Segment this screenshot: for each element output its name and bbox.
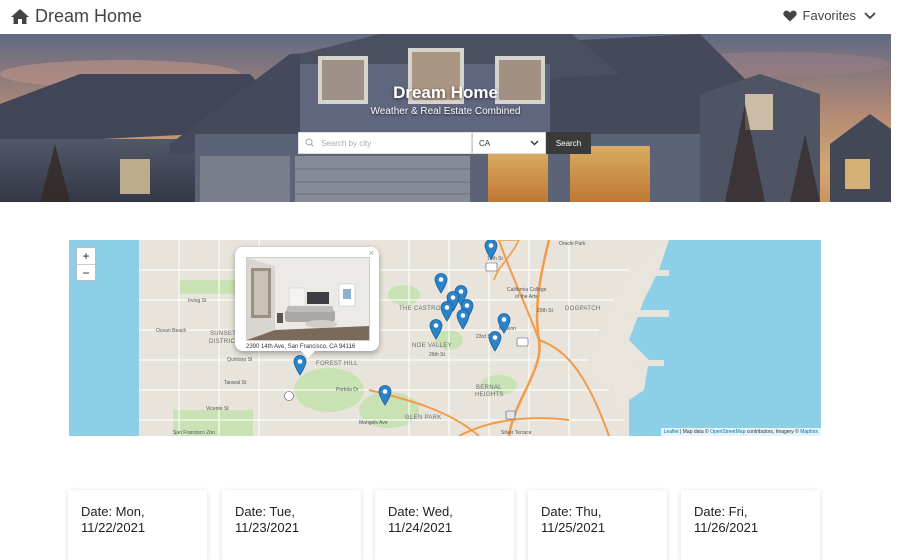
city-search-input[interactable] <box>319 137 463 149</box>
leaflet-link[interactable]: Leaflet <box>664 429 679 435</box>
forecast-date: Date: Mon, 11/22/2021 <box>81 504 146 535</box>
map-label: Oracle Park <box>559 241 586 247</box>
map-zoom-control: + − <box>76 247 96 281</box>
property-address: 2390 14th Ave, San Francisco, CA 94116 <box>246 344 356 350</box>
forecast-date: Date: Wed, 11/24/2021 <box>388 504 453 535</box>
property-popup: × 2390 14th Ave, San Francisco, CA 94116 <box>235 247 379 358</box>
property-photo[interactable] <box>246 257 370 341</box>
map-label: BERNAL <box>476 385 502 391</box>
brand-label: Dream Home <box>35 6 143 26</box>
map-label: HEIGHTS <box>475 392 504 398</box>
map-marker-icon[interactable] <box>378 384 392 411</box>
hero-banner: Dream Home Weather & Real Estate Combine… <box>0 34 891 202</box>
map-label: GLEN PARK <box>405 415 442 421</box>
map-marker-icon[interactable] <box>484 240 498 265</box>
map-label: DOGPATCH <box>565 306 601 312</box>
zoom-out-button[interactable]: − <box>77 264 95 280</box>
search-icon <box>305 138 314 147</box>
map-marker-icon[interactable] <box>429 318 443 345</box>
favorites-dropdown[interactable]: Favorites <box>782 8 876 23</box>
chevron-down-icon <box>530 140 539 146</box>
attribution-text: | Map data © <box>678 429 711 435</box>
brand-link[interactable]: Dream Home <box>10 6 142 27</box>
property-map[interactable]: Oracle Park Irving St Ocean Beach SUNSET… <box>69 240 821 436</box>
forecast-date: Date: Thu, 11/25/2021 <box>541 504 606 535</box>
home-icon <box>11 9 29 24</box>
hero-title: Dream Home <box>393 83 498 102</box>
forecast-date: Date: Fri, 11/26/2021 <box>694 504 759 535</box>
map-label: 26th St <box>429 352 445 358</box>
map-label: Quintara St <box>227 357 253 363</box>
map-marker-icon[interactable] <box>456 308 470 335</box>
heart-icon <box>782 10 797 21</box>
navbar: Dream Home Favorites <box>0 0 900 34</box>
map-label: San Francisco Zoo <box>173 430 215 436</box>
state-select[interactable]: CA <box>472 132 546 154</box>
map-label: California College <box>507 287 547 293</box>
map-label: 20th St <box>537 308 553 314</box>
popup-tip <box>301 351 315 358</box>
map-label: Mangels Ave <box>359 420 388 426</box>
map-label: Vicente St <box>206 406 229 412</box>
map-label: THE CASTRO <box>399 306 441 312</box>
map-marker-icon[interactable] <box>293 354 307 381</box>
house-background-image <box>0 34 891 202</box>
search-button[interactable]: Search <box>546 132 591 154</box>
map-label: Ocean Beach <box>156 328 187 334</box>
search-form: CA Search <box>298 132 591 154</box>
map-tiles[interactable] <box>69 240 821 436</box>
map-label: of the Arts <box>515 294 538 300</box>
state-select-value: CA <box>479 138 491 148</box>
forecast-date: Date: Tue, 11/23/2021 <box>235 504 300 535</box>
favorites-label: Favorites <box>802 8 856 23</box>
chevron-down-icon <box>864 11 876 19</box>
room-photo <box>247 258 369 340</box>
map-label: Portola Dr <box>336 387 359 393</box>
map-label: Silver Terrace <box>501 430 532 436</box>
zoom-in-button[interactable]: + <box>77 248 95 264</box>
map-label: SUNSET <box>210 331 237 337</box>
search-box <box>298 132 472 154</box>
map-label: FOREST HILL <box>316 361 358 367</box>
map-marker-icon[interactable] <box>488 330 502 357</box>
map-label: Taraval St <box>224 380 247 386</box>
map-attribution: Leaflet | Map data © OpenStreetMap contr… <box>660 428 821 436</box>
hero-subtitle: Weather & Real Estate Combined <box>370 106 521 117</box>
forecast-cards: Date: Mon, 11/22/2021 Date: Tue, 11/23/2… <box>68 490 822 560</box>
osm-link[interactable]: OpenStreetMap <box>710 429 745 435</box>
map-label: Irving St <box>188 298 207 304</box>
attribution-contrib: contributors, Imagery © <box>745 429 801 435</box>
mapbox-link[interactable]: Mapbox <box>800 429 818 435</box>
